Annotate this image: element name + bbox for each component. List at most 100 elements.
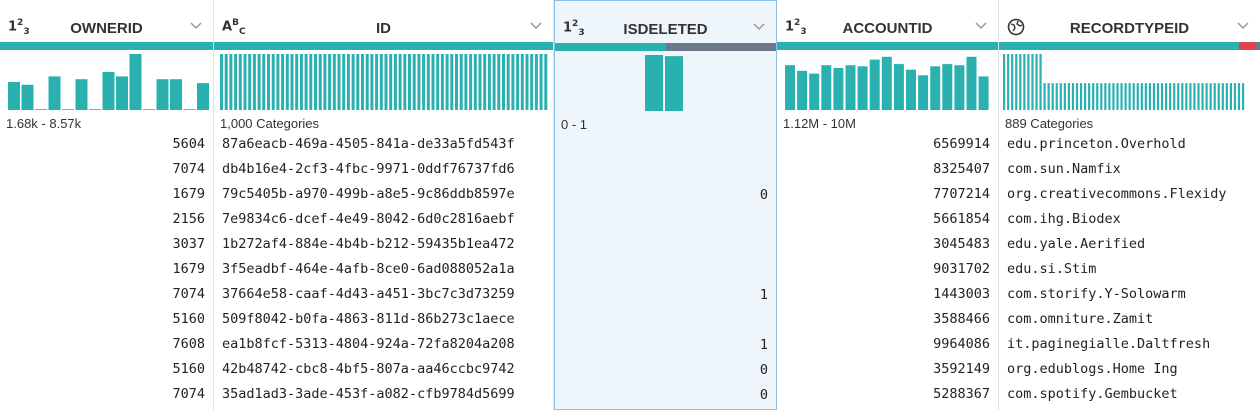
histogram-bar[interactable] (1173, 83, 1176, 110)
cell-ownerid[interactable]: 5160 (0, 357, 213, 382)
integer-type-icon[interactable]: 123 (785, 18, 807, 37)
data-quality-bar[interactable] (555, 43, 776, 51)
histogram-bar[interactable] (332, 54, 336, 110)
cell-isdeleted[interactable]: 0 (555, 183, 776, 208)
histogram-bar[interactable] (1124, 83, 1127, 110)
cell-isdeleted[interactable]: 0 (555, 383, 776, 408)
histogram-bar[interactable] (183, 109, 196, 110)
histogram-bar[interactable] (285, 54, 289, 110)
cell-accountid[interactable]: 8325407 (777, 157, 998, 182)
cell-id[interactable]: 3f5eadbf-464e-4afb-8ce0-6ad088052a1a (214, 257, 553, 282)
histogram-bar[interactable] (459, 54, 463, 110)
histogram-bar[interactable] (426, 54, 430, 110)
data-quality-bar[interactable] (999, 42, 1260, 50)
column-header-ownerid[interactable]: 123 OWNERID (0, 12, 213, 42)
histogram-bar[interactable] (1088, 83, 1091, 110)
cell-isdeleted[interactable] (555, 233, 776, 258)
histogram-bar[interactable] (252, 54, 256, 110)
histogram-bar[interactable] (1003, 54, 1006, 110)
histogram-bar[interactable] (1011, 54, 1014, 110)
histogram-bar[interactable] (1059, 83, 1062, 110)
histogram-bar[interactable] (1213, 83, 1216, 110)
histogram-bar[interactable] (1205, 83, 1208, 110)
histogram-bar[interactable] (525, 54, 529, 110)
histogram-bar[interactable] (62, 109, 74, 110)
histogram-bar[interactable] (893, 64, 904, 110)
integer-type-icon[interactable]: 123 (8, 18, 30, 37)
histogram-bar[interactable] (1071, 83, 1075, 110)
histogram-bar[interactable] (398, 54, 402, 110)
cell-accountid[interactable]: 5661854 (777, 207, 998, 232)
histogram-bar[interactable] (276, 54, 280, 110)
histogram-bar[interactable] (304, 54, 308, 110)
cell-accountid[interactable]: 9031702 (777, 257, 998, 282)
histogram-bar[interactable] (1067, 83, 1070, 110)
cell-recordtypeid[interactable]: edu.yale.Aerified (999, 232, 1260, 257)
histogram-bar[interactable] (1019, 54, 1022, 110)
histogram-bar[interactable] (478, 54, 482, 110)
histogram-bar[interactable] (1177, 83, 1180, 110)
histogram-bar[interactable] (323, 54, 327, 110)
histogram-bar[interactable] (1075, 83, 1079, 110)
histogram-bar[interactable] (197, 83, 209, 110)
cell-isdeleted[interactable] (555, 158, 776, 183)
histogram-bar[interactable] (1140, 83, 1143, 110)
histogram-bar[interactable] (1031, 54, 1034, 110)
histogram-bar[interactable] (506, 54, 510, 110)
histogram-bar[interactable] (238, 54, 242, 110)
cell-isdeleted[interactable]: 1 (555, 283, 776, 308)
cell-accountid[interactable]: 7707214 (777, 182, 998, 207)
cell-ownerid[interactable]: 2156 (0, 207, 213, 232)
cell-id[interactable]: 7e9834c6-dcef-4e49-8042-6d0c2816aebf (214, 207, 553, 232)
histogram-bar[interactable] (281, 54, 285, 110)
cell-recordtypeid[interactable]: org.edublogs.Home Ing (999, 357, 1260, 382)
histogram-bar[interactable] (170, 79, 182, 110)
cell-recordtypeid[interactable]: com.storify.Y-Solowarm (999, 282, 1260, 307)
cell-id[interactable]: 1b272af4-884e-4b4b-b212-59435b1ea472 (214, 232, 553, 257)
histogram-bar[interactable] (1189, 83, 1192, 110)
cell-id[interactable]: 42b48742-cbc8-4bf5-807a-aa46ccbc9742 (214, 357, 553, 382)
column-header-accountid[interactable]: 123 ACCOUNTID (777, 12, 998, 42)
cell-accountid[interactable]: 9964086 (777, 332, 998, 357)
histogram-bar[interactable] (346, 54, 350, 110)
cell-id[interactable]: 87a6eacb-469a-4505-841a-de33a5fd543f (214, 132, 553, 157)
histogram-bar[interactable] (379, 54, 383, 110)
histogram-bar[interactable] (290, 54, 294, 110)
integer-type-icon[interactable]: 123 (563, 19, 585, 38)
histogram-bar[interactable] (271, 54, 275, 110)
url-type-icon[interactable] (1007, 18, 1025, 36)
histogram-bar[interactable] (539, 54, 543, 110)
histogram-bar[interactable] (393, 54, 397, 110)
histogram-bar[interactable] (342, 54, 346, 110)
histogram-bar[interactable] (942, 64, 953, 110)
missing-values-segment[interactable] (665, 43, 776, 51)
cell-recordtypeid[interactable]: it.paginegialle.Daltfresh (999, 332, 1260, 357)
histogram-bar[interactable] (869, 59, 880, 110)
data-quality-bar[interactable] (0, 42, 213, 50)
histogram-bar[interactable] (440, 54, 444, 110)
chevron-down-icon[interactable] (974, 18, 988, 32)
cell-isdeleted[interactable]: 1 (555, 333, 776, 358)
cell-accountid[interactable]: 3588466 (777, 307, 998, 332)
histogram-bar[interactable] (1096, 83, 1099, 110)
chevron-down-icon[interactable] (752, 19, 766, 33)
histogram-bar[interactable] (1015, 54, 1018, 110)
histogram-bar[interactable] (455, 54, 458, 110)
histogram-bar[interactable] (487, 54, 491, 110)
histogram-bar[interactable] (906, 69, 916, 110)
chevron-down-icon[interactable] (189, 18, 203, 32)
column-header-isdeleted[interactable]: 123 ISDELETED (555, 13, 776, 43)
histogram-accountid[interactable] (777, 50, 998, 112)
histogram-bar[interactable] (1209, 83, 1212, 110)
cell-id[interactable]: 37664e58-caaf-4d43-a451-3bc7c3d73259 (214, 282, 553, 307)
histogram-bar[interactable] (978, 76, 989, 110)
histogram-bar[interactable] (436, 54, 440, 110)
histogram-bar[interactable] (1120, 83, 1123, 110)
cell-id[interactable]: ea1b8fcf-5313-4804-924a-72fa8204a208 (214, 332, 553, 357)
cell-id[interactable]: 79c5405b-a970-499b-a8e5-9c86ddb8597e (214, 182, 553, 207)
histogram-bar[interactable] (797, 70, 808, 110)
cell-isdeleted[interactable] (555, 208, 776, 233)
histogram-bar[interactable] (129, 54, 142, 110)
histogram-bar[interactable] (464, 54, 468, 110)
cell-accountid[interactable]: 3592149 (777, 357, 998, 382)
